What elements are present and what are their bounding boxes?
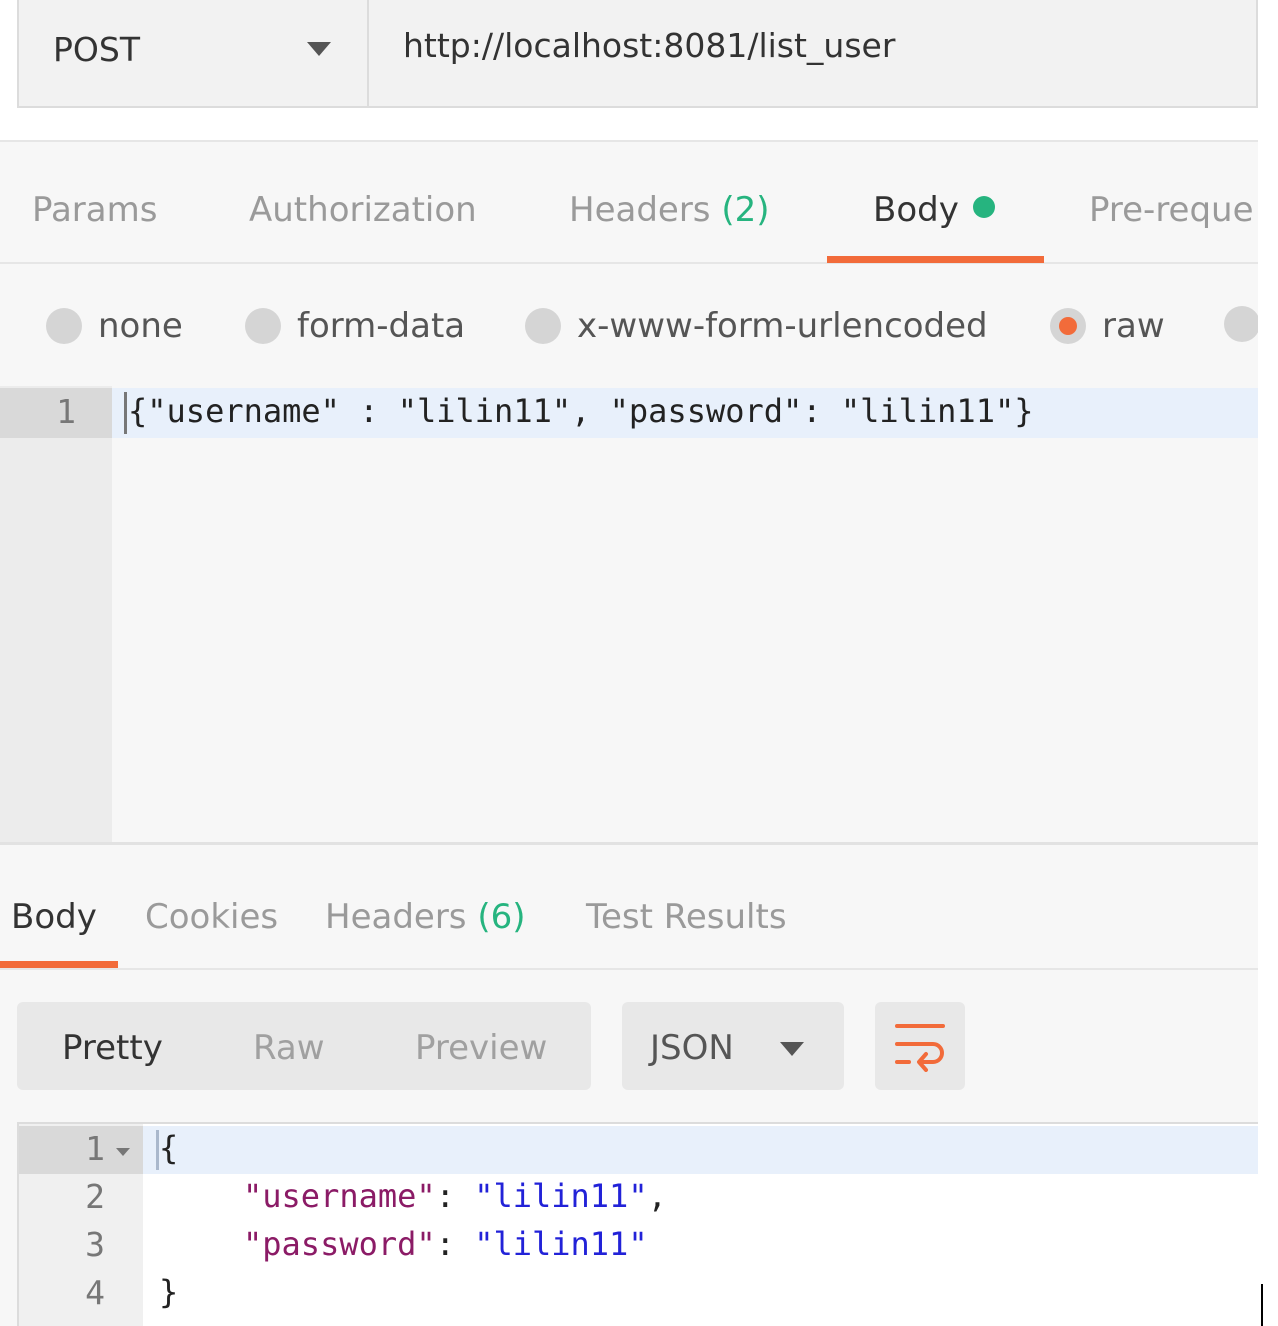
- json-key: "password": [243, 1225, 436, 1263]
- view-mode-group: Pretty Raw Preview: [17, 1002, 591, 1090]
- line-number: 4: [85, 1273, 105, 1312]
- request-tabs: Params Authorization Headers (2) Body Pr…: [0, 140, 1258, 264]
- tab-label: Authorization: [249, 190, 477, 230]
- json-key: "username": [243, 1177, 436, 1215]
- tab-label: Body: [873, 190, 959, 230]
- method-select[interactable]: POST: [19, 0, 369, 106]
- tab-params[interactable]: Params: [32, 190, 157, 230]
- url-input[interactable]: http://localhost:8081/list_user: [369, 0, 1256, 106]
- preview-button[interactable]: Preview: [415, 1028, 547, 1068]
- modified-dot-icon: [972, 196, 995, 218]
- fold-caret-icon[interactable]: [116, 1148, 130, 1156]
- tab-response-headers[interactable]: Headers (6): [325, 897, 526, 937]
- active-tab-indicator: [0, 961, 118, 968]
- radio-icon: [1224, 306, 1258, 342]
- json-value: "lilin11": [474, 1225, 648, 1263]
- headers-count-badge: (6): [477, 897, 526, 937]
- radio-none[interactable]: none: [46, 306, 183, 346]
- text-cursor: [124, 392, 127, 434]
- radio-icon: [245, 308, 281, 344]
- radio-label: form-data: [297, 306, 466, 346]
- radio-x-www-form-urlencoded[interactable]: x-www-form-urlencoded: [525, 306, 988, 346]
- pretty-button[interactable]: Pretty: [62, 1028, 163, 1068]
- radio-binary[interactable]: [1224, 306, 1258, 342]
- line-number: 2: [85, 1177, 105, 1216]
- request-body-code: {"username" : "lilin11", "password": "li…: [128, 392, 1034, 430]
- line-number: 1: [85, 1129, 105, 1168]
- url-text: http://localhost:8081/list_user: [403, 26, 896, 65]
- format-label: JSON: [650, 1028, 734, 1068]
- json-colon: :: [435, 1177, 475, 1215]
- response-tabs: Body Cookies Headers (6) Test Results: [0, 842, 1258, 970]
- tab-label: Headers: [569, 190, 711, 230]
- tab-test-results[interactable]: Test Results: [586, 897, 787, 937]
- tab-pre-request-script[interactable]: Pre-reque: [1089, 190, 1254, 230]
- json-line: "username": "lilin11",: [243, 1177, 667, 1215]
- radio-label: none: [98, 306, 183, 346]
- tab-label: Pre-reque: [1089, 190, 1254, 230]
- active-tab-indicator: [827, 256, 1044, 263]
- json-comma: ,: [647, 1177, 667, 1215]
- json-open-brace: {: [159, 1129, 179, 1167]
- radio-form-data[interactable]: form-data: [245, 306, 465, 346]
- tab-label: Body: [11, 897, 97, 937]
- tab-cookies[interactable]: Cookies: [145, 897, 278, 937]
- format-select[interactable]: JSON: [622, 1002, 844, 1090]
- json-close-brace: }: [159, 1273, 179, 1311]
- radio-label: raw: [1102, 306, 1165, 346]
- json-colon: :: [435, 1225, 475, 1263]
- body-mode-group: none form-data x-www-form-urlencoded raw: [0, 264, 1258, 388]
- tab-label: Params: [32, 190, 158, 230]
- resize-handle: [1261, 1284, 1263, 1326]
- response-body-viewer[interactable]: 1 2 3 4 { "username": "lilin11", "passwo…: [17, 1122, 1258, 1326]
- radio-icon: [525, 308, 561, 344]
- radio-label: x-www-form-urlencoded: [577, 306, 988, 346]
- tab-response-body[interactable]: Body: [11, 897, 97, 937]
- active-line-highlight: [19, 1126, 1258, 1174]
- radio-selected-icon: [1050, 308, 1086, 344]
- line-gutter: [0, 386, 112, 842]
- tab-authorization[interactable]: Authorization: [249, 190, 477, 230]
- url-bar: POST http://localhost:8081/list_user: [17, 0, 1258, 108]
- tab-body[interactable]: Body: [873, 190, 995, 230]
- chevron-down-icon: [307, 42, 331, 56]
- tab-headers[interactable]: Headers (2): [569, 190, 770, 230]
- wrap-lines-button[interactable]: [875, 1002, 965, 1090]
- line-number: 3: [85, 1225, 105, 1264]
- raw-button[interactable]: Raw: [253, 1028, 325, 1068]
- chevron-down-icon: [780, 1042, 804, 1056]
- tab-label: Test Results: [586, 897, 787, 937]
- wrap-lines-icon: [895, 1024, 945, 1072]
- headers-count-badge: (2): [721, 190, 770, 230]
- tab-label: Headers: [325, 897, 467, 937]
- request-body-editor[interactable]: 1 {"username" : "lilin11", "password": "…: [0, 386, 1258, 842]
- radio-icon: [46, 308, 82, 344]
- json-value: "lilin11": [474, 1177, 648, 1215]
- response-toolbar: Pretty Raw Preview JSON: [0, 970, 1258, 1120]
- radio-raw[interactable]: raw: [1050, 306, 1165, 346]
- method-label: POST: [53, 30, 140, 69]
- tab-label: Cookies: [145, 897, 279, 937]
- line-number: 1: [56, 392, 76, 431]
- json-line: "password": "lilin11": [243, 1225, 648, 1263]
